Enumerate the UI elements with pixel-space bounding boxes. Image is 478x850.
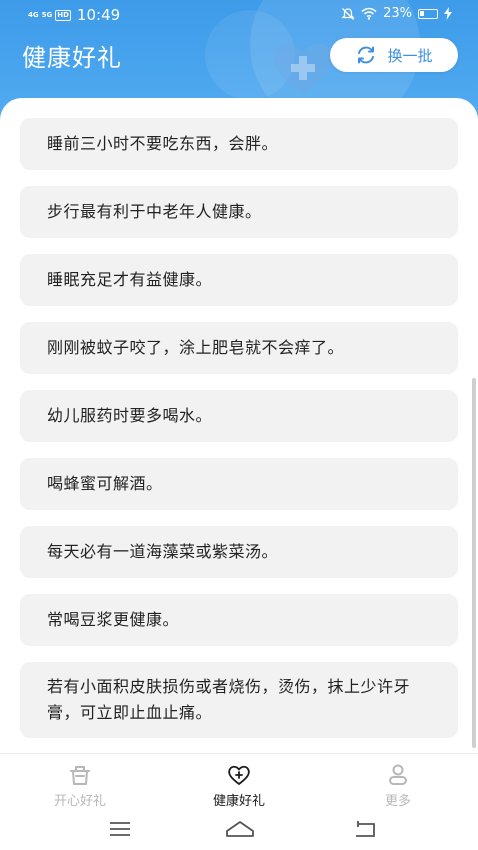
tab-more[interactable]: 更多 [338, 762, 458, 809]
signal-5g-icon: 5G [41, 11, 53, 19]
tip-card[interactable]: 步行最有利于中老年人健康。 [20, 186, 458, 238]
tip-card[interactable]: 若有小面积皮肤损伤或者烧伤，烫伤，抹上少许牙膏，可立即止血止痛。 [20, 662, 458, 738]
tip-text: 每天必有一道海藻菜或紫菜汤。 [47, 542, 279, 561]
tip-text: 幼儿服药时要多喝水。 [47, 406, 213, 425]
battery-icon [418, 8, 438, 19]
tab-health-gifts[interactable]: 健康好礼 [179, 762, 299, 809]
tip-text: 睡前三小时不要吃东西，会胖。 [47, 134, 279, 153]
tip-card[interactable]: 每天必有一道海藻菜或紫菜汤。 [20, 526, 458, 578]
refresh-icon [358, 46, 375, 64]
gift-basket-icon [70, 766, 90, 785]
hd-badge-icon: HD [55, 9, 71, 21]
tab-label: 开心好礼 [53, 794, 106, 809]
wifi-icon [361, 7, 377, 20]
tab-label: 健康好礼 [212, 794, 265, 809]
tip-card[interactable]: 幼儿服药时要多喝水。 [20, 390, 458, 442]
tip-text: 若有小面积皮肤损伤或者烧伤，烫伤，抹上少许牙膏，可立即止血止痛。 [47, 677, 411, 722]
menu-icon[interactable] [107, 819, 133, 839]
refresh-label: 换一批 [387, 46, 433, 65]
page-title: 健康好礼 [22, 44, 122, 72]
tab-label: 更多 [384, 794, 411, 809]
charging-icon [444, 7, 452, 20]
tip-text: 刚刚被蚊子咬了，涂上肥皂就不会痒了。 [47, 338, 345, 357]
tip-text: 步行最有利于中老年人健康。 [47, 202, 262, 221]
battery-percent: 23% [383, 6, 412, 21]
tip-card[interactable]: 刚刚被蚊子咬了，涂上肥皂就不会痒了。 [20, 322, 458, 374]
scrollbar[interactable] [472, 378, 476, 748]
tip-text: 睡眠充足才有益健康。 [47, 270, 213, 289]
mute-icon [341, 7, 355, 20]
tip-card[interactable]: 常喝豆浆更健康。 [20, 594, 458, 646]
tip-text: 常喝豆浆更健康。 [47, 610, 180, 629]
status-time: 10:49 [76, 6, 121, 24]
home-icon[interactable] [225, 819, 255, 839]
tip-card[interactable]: 睡眠充足才有益健康。 [20, 254, 458, 306]
status-bar: 4G 5G HD 10:49 23% [0, 0, 478, 30]
tip-card[interactable]: 睡前三小时不要吃东西，会胖。 [20, 118, 458, 170]
tab-happy-gifts[interactable]: 开心好礼 [20, 762, 140, 809]
back-icon[interactable] [352, 819, 378, 839]
person-icon [389, 764, 407, 785]
tip-text: 喝蜂蜜可解酒。 [47, 474, 163, 493]
heart-plus-icon [228, 765, 250, 785]
tip-card[interactable]: 喝蜂蜜可解酒。 [20, 458, 458, 510]
tips-list[interactable]: 睡前三小时不要吃东西，会胖。 步行最有利于中老年人健康。 睡眠充足才有益健康。 … [0, 98, 478, 753]
heart-decoration-icon [273, 43, 333, 94]
refresh-button[interactable]: 换一批 [330, 38, 458, 72]
system-nav-bar [0, 811, 478, 850]
signal-4g-icon: 4G [28, 11, 39, 19]
bottom-tab-bar: 开心好礼 健康好礼 更多 [0, 753, 478, 812]
